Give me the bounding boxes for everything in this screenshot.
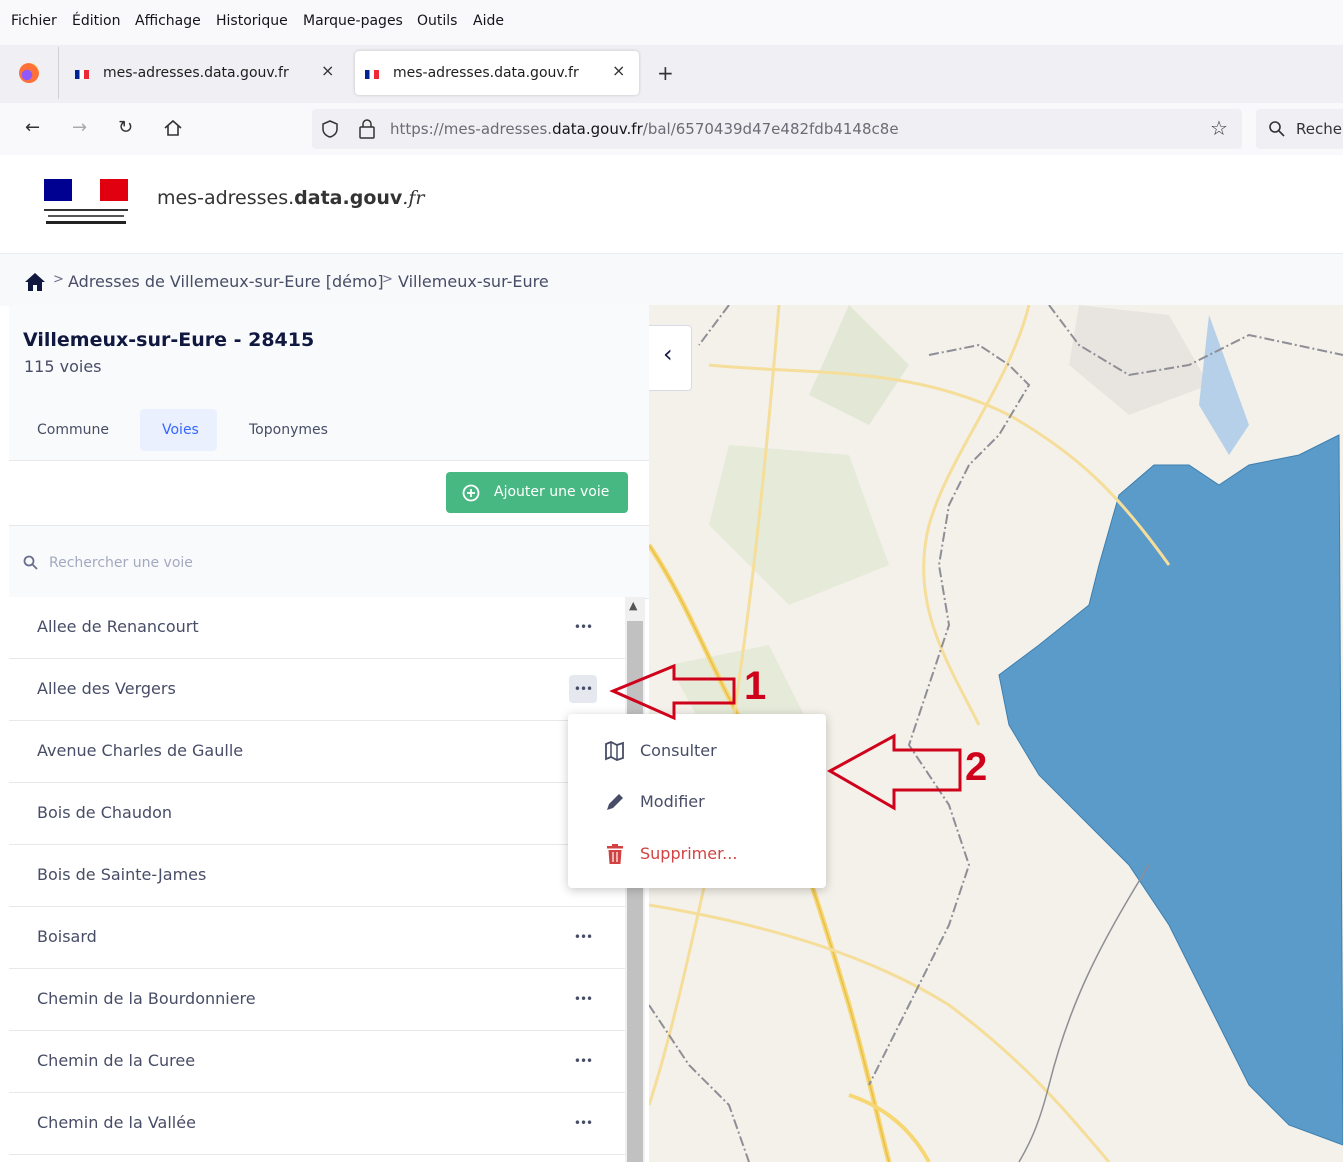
voies-list: Allee de Renancourt ••• Allee des Vergers… [9, 597, 649, 1162]
voie-name[interactable]: Allee des Vergers [37, 679, 176, 698]
home-icon[interactable] [163, 118, 183, 138]
tab-commune[interactable]: Commune [37, 422, 109, 438]
chevron-left-icon: ‹ [663, 340, 673, 368]
new-tab-icon[interactable]: + [657, 61, 674, 85]
menu-edition[interactable]: Édition [72, 13, 120, 29]
republique-francaise-logo[interactable] [44, 179, 128, 227]
menu-historique[interactable]: Historique [216, 13, 288, 29]
add-voie-label: Ajouter une voie [494, 484, 610, 500]
close-tab-icon[interactable]: × [321, 61, 334, 80]
forward-icon[interactable]: → [72, 117, 87, 138]
tab-title: mes-adresses.data.gouv.fr [103, 65, 289, 81]
table-row[interactable]: Boisard ••• [9, 907, 625, 969]
close-tab-icon[interactable]: × [612, 61, 625, 80]
map-icon [605, 741, 624, 761]
table-row[interactable]: Allee de Renancourt ••• [9, 597, 625, 659]
menu-item-modifier[interactable]: Modifier [568, 777, 826, 827]
more-actions-icon[interactable]: ••• [569, 613, 597, 641]
table-row[interactable]: Avenue Charles de Gaulle [9, 721, 625, 783]
voie-name[interactable]: Chemin de la Curee [37, 1051, 195, 1070]
scroll-up-icon[interactable]: ▲ [629, 599, 637, 612]
consulter-label: Consulter [640, 741, 717, 760]
breadcrumb-separator: > [382, 272, 393, 287]
edit-icon [607, 794, 623, 810]
table-row[interactable]: Bois de Chaudon [9, 783, 625, 845]
table-row[interactable]: Chemin de la Vallée ••• [9, 1093, 625, 1155]
search-icon [1269, 121, 1285, 137]
menu-affichage[interactable]: Affichage [135, 13, 201, 29]
sidebar: Villemeux-sur-Eure - 28415 115 voies Com… [9, 305, 649, 1162]
lock-icon [359, 119, 375, 139]
map-collapse-button[interactable]: ‹ [649, 325, 692, 391]
scrollbar-thumb[interactable] [627, 621, 643, 1162]
annotation-label-2: 2 [965, 745, 988, 789]
browser-search-input[interactable]: Reche [1256, 109, 1343, 149]
toolbar: Ajouter une voie [9, 460, 649, 526]
voie-name[interactable]: Chemin de la Vallée [37, 1113, 196, 1132]
tab-title: mes-adresses.data.gouv.fr [393, 65, 579, 81]
menu-item-consulter[interactable]: Consulter [568, 726, 826, 776]
breadcrumb-separator: > [53, 272, 64, 287]
url-text: https://mes-adresses.data.gouv.fr/bal/65… [390, 120, 899, 138]
add-voie-button[interactable]: Ajouter une voie [446, 472, 628, 513]
commune-header: Villemeux-sur-Eure - 28415 115 voies Com… [9, 305, 649, 460]
firefox-icon[interactable] [19, 63, 39, 83]
voie-name[interactable]: Avenue Charles de Gaulle [37, 741, 243, 760]
flag-icon [75, 70, 89, 79]
browser-menubar: Fichier Édition Affichage Historique Mar… [0, 0, 1343, 45]
annotation-label-1: 1 [744, 664, 767, 708]
menu-outils[interactable]: Outils [417, 13, 457, 29]
menu-item-supprimer[interactable]: Supprimer... [568, 829, 826, 879]
table-row[interactable]: Chemin de la Curee ••• [9, 1031, 625, 1093]
trash-icon [607, 844, 623, 864]
table-row[interactable]: Bois de Sainte-James [9, 845, 625, 907]
menu-fichier[interactable]: Fichier [11, 13, 57, 29]
site-header: mes-adresses.data.gouv.fr [0, 155, 1343, 253]
site-brand[interactable]: mes-adresses.data.gouv.fr [157, 187, 424, 209]
browser-navbar: ← → ↻ https://mes-adresses.data.gouv.fr/… [0, 103, 1343, 156]
more-actions-icon[interactable]: ••• [569, 985, 597, 1013]
menu-marque-pages[interactable]: Marque-pages [303, 13, 403, 29]
breadcrumb-bal-link[interactable]: Adresses de Villemeux-sur-Eure [démo] [68, 272, 384, 291]
shield-icon[interactable] [320, 119, 340, 139]
more-actions-icon[interactable]: ••• [569, 923, 597, 951]
commune-voies-count: 115 voies [24, 357, 102, 376]
back-icon[interactable]: ← [25, 117, 40, 138]
search-placeholder: Reche [1296, 120, 1342, 138]
more-actions-icon-active[interactable]: ••• [569, 675, 597, 703]
add-circle-icon [462, 484, 480, 502]
tab-voies[interactable]: Voies [140, 409, 217, 451]
home-icon[interactable] [24, 272, 46, 292]
voie-name[interactable]: Boisard [37, 927, 97, 946]
url-bar[interactable]: https://mes-adresses.data.gouv.fr/bal/65… [312, 109, 1242, 149]
bookmark-star-icon[interactable]: ☆ [1210, 116, 1228, 140]
voie-name[interactable]: Bois de Sainte-James [37, 865, 206, 884]
search-voie-input[interactable]: Rechercher une voie [49, 555, 193, 571]
reload-icon[interactable]: ↻ [118, 117, 133, 138]
tab-toponymes[interactable]: Toponymes [249, 422, 328, 438]
voie-name[interactable]: Bois de Chaudon [37, 803, 172, 822]
tab-1[interactable]: mes-adresses.data.gouv.fr × [65, 51, 347, 95]
table-row[interactable]: Chemin de la Bourdonniere ••• [9, 969, 625, 1031]
voie-context-menu: Consulter Modifier Supprimer... [568, 714, 826, 888]
more-actions-icon[interactable]: ••• [569, 1109, 597, 1137]
breadcrumb: > Adresses de Villemeux-sur-Eure [démo] … [0, 253, 1343, 306]
voie-name[interactable]: Chemin de la Bourdonniere [37, 989, 256, 1008]
table-row[interactable]: Allee des Vergers ••• [9, 659, 625, 721]
tab-2-active[interactable]: mes-adresses.data.gouv.fr × [355, 51, 639, 95]
flag-icon [365, 70, 379, 79]
supprimer-label: Supprimer... [640, 844, 738, 863]
modifier-label: Modifier [640, 792, 705, 811]
commune-title: Villemeux-sur-Eure - 28415 [23, 329, 315, 351]
browser-tabbar: mes-adresses.data.gouv.fr × mes-adresses… [0, 45, 1343, 103]
breadcrumb-commune: Villemeux-sur-Eure [398, 272, 549, 291]
more-actions-icon[interactable]: ••• [569, 1047, 597, 1075]
commune-boundary [998, 434, 1343, 1146]
search-icon [23, 555, 38, 570]
voie-name[interactable]: Allee de Renancourt [37, 617, 199, 636]
menu-aide[interactable]: Aide [473, 13, 504, 29]
search-bar[interactable]: Rechercher une voie [9, 525, 649, 599]
